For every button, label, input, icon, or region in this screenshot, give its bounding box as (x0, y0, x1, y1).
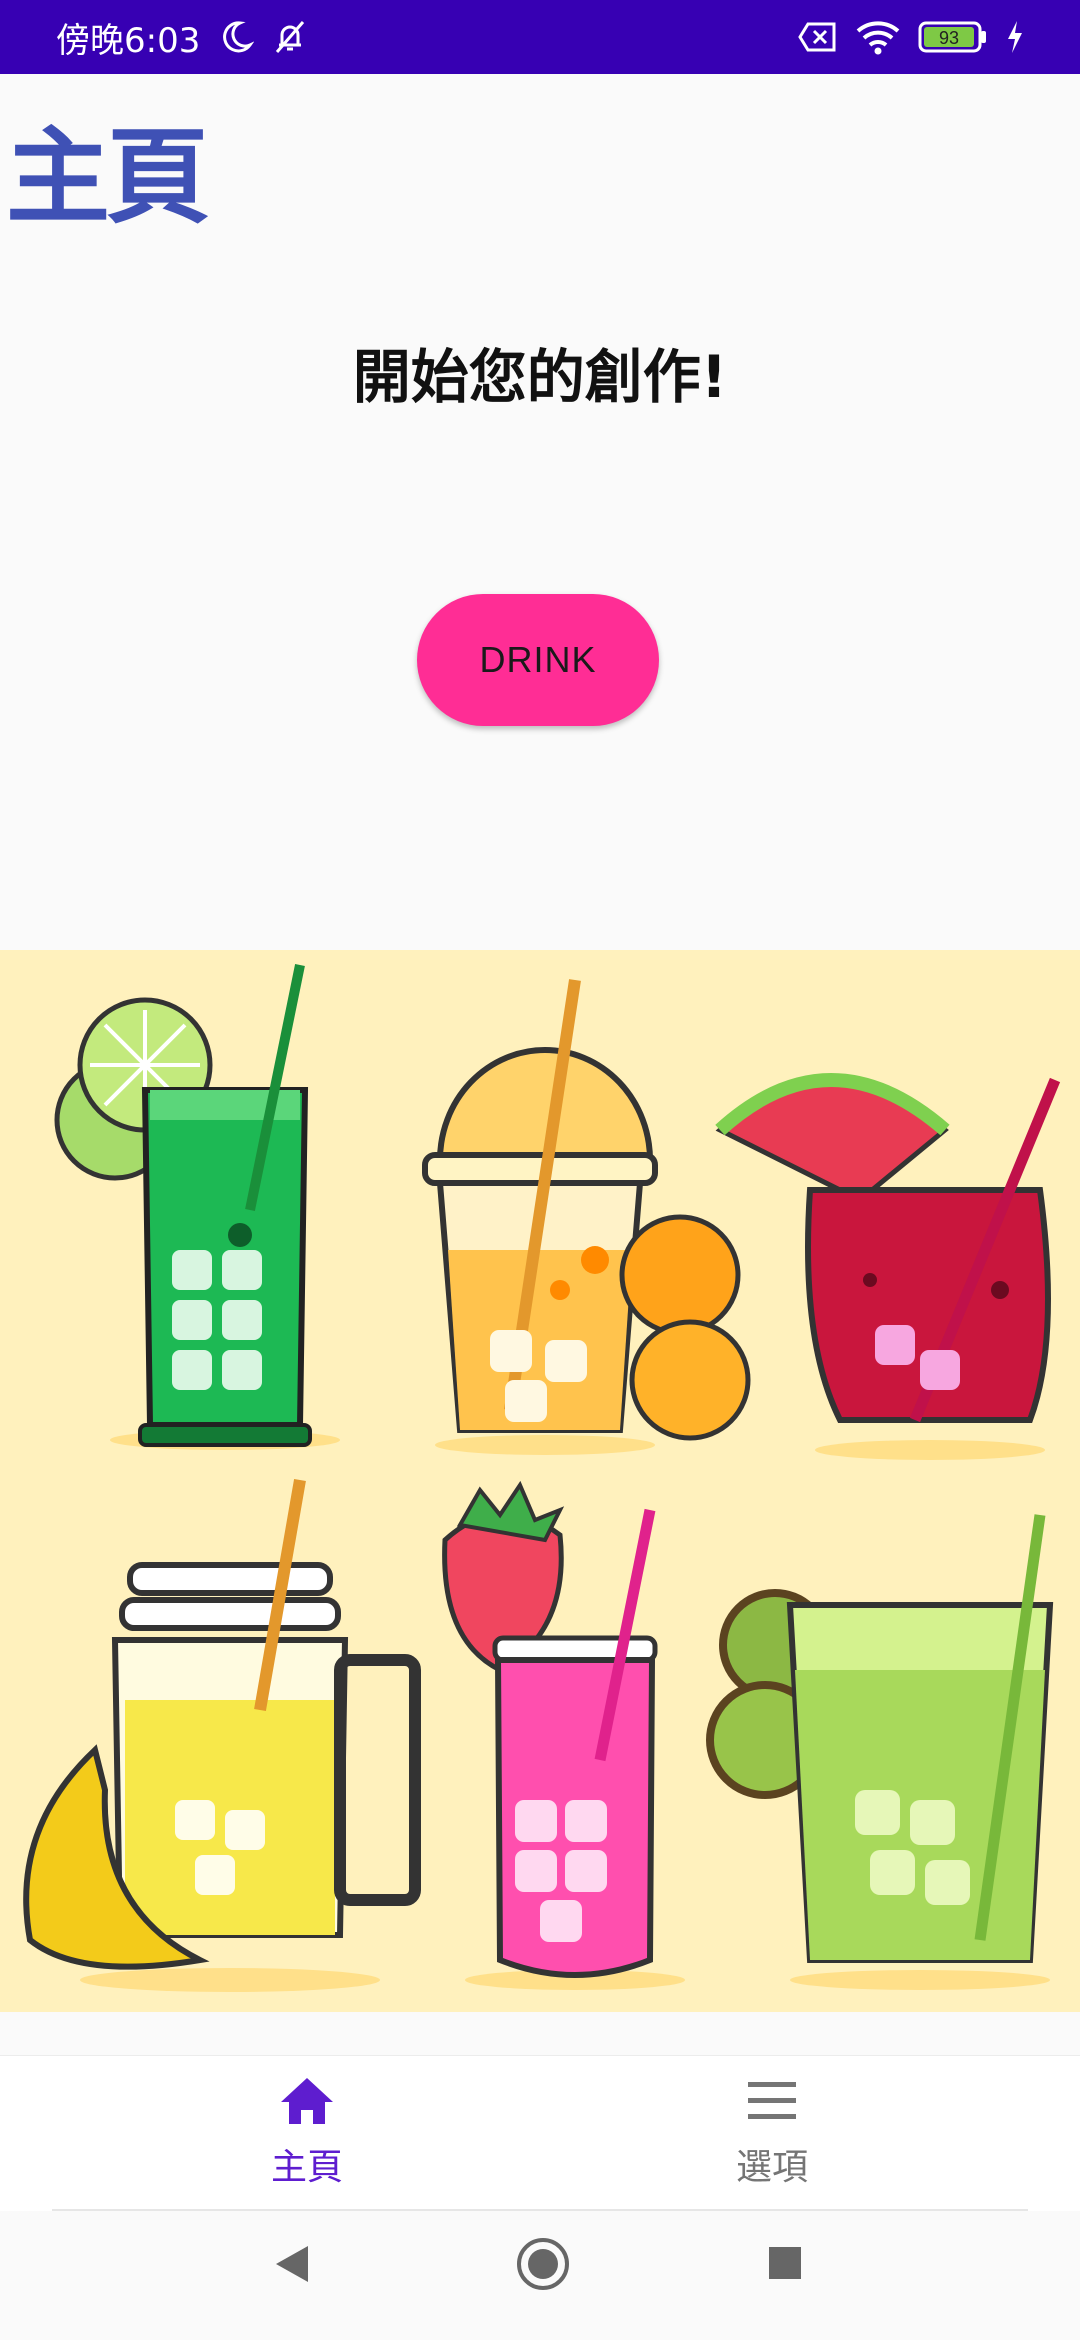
charging-icon (1006, 20, 1024, 54)
red-drink-image (715, 1073, 1061, 1460)
status-left: 傍晚6:03 (56, 13, 308, 62)
page-title: 主頁 (6, 116, 210, 238)
battery-icon: 93 (918, 20, 988, 54)
battery-level: 93 (939, 28, 959, 48)
sim-off-icon (798, 21, 838, 53)
bell-off-icon (272, 19, 308, 55)
drink-button[interactable]: DRINK (417, 594, 659, 726)
nav-item-home[interactable]: 主頁 (157, 2074, 457, 2204)
recents-icon[interactable] (765, 2243, 805, 2287)
status-right: 93 (798, 19, 1024, 55)
pink-drink-image (442, 1480, 685, 1990)
status-time: 傍晚6:03 (56, 20, 201, 61)
nav-label-home: 主頁 (270, 2147, 343, 2188)
bottom-nav: 主頁 選項 (0, 2055, 1080, 2211)
home-icon (277, 2074, 337, 2132)
moon-icon (218, 19, 255, 55)
yellow-drink-image (23, 1478, 421, 1992)
headline-text: 開始您的創作! (352, 343, 728, 411)
kiwi-drink-image (706, 1514, 1054, 1990)
orange-drink-image (422, 979, 751, 1455)
nav-divider (52, 2209, 1028, 2211)
nav-label-options: 選項 (735, 2147, 808, 2188)
system-nav (0, 2212, 1080, 2340)
home-circle-icon[interactable] (515, 2236, 571, 2296)
status-bar: 傍晚6:03 93 (0, 0, 1080, 74)
nav-item-options[interactable]: 選項 (622, 2074, 922, 2204)
wifi-icon (856, 19, 900, 55)
drinks-illustration (0, 950, 1080, 2012)
back-icon[interactable] (272, 2242, 312, 2290)
green-drink-image (54, 964, 340, 1450)
menu-icon (744, 2074, 800, 2132)
screen: 傍晚6:03 93 主頁 開始您的創作! DRINK 主頁 選項 (0, 0, 1080, 2340)
